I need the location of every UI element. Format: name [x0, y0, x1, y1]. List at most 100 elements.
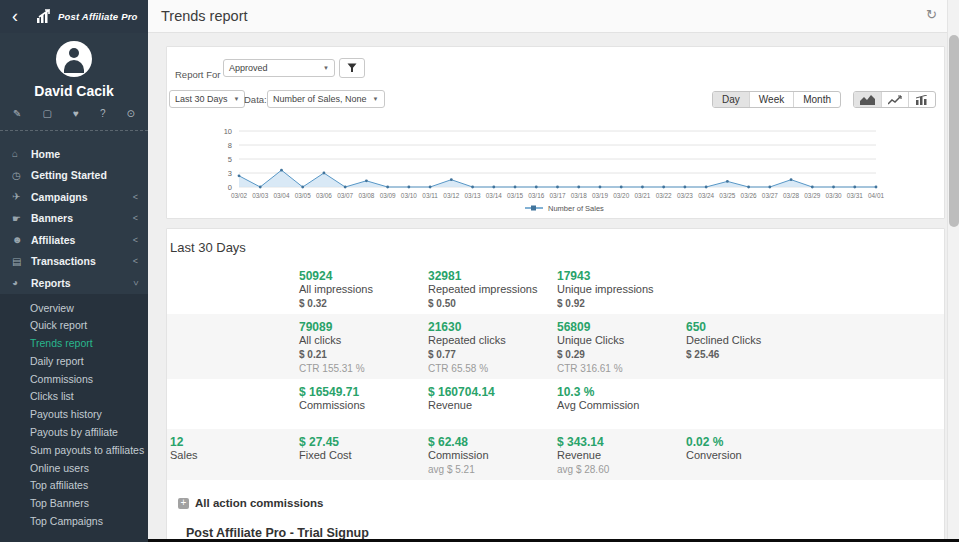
- stat-repeated-impressions: 32981Repeated impressions$ 0.50: [428, 269, 557, 310]
- bar-chart-button[interactable]: [908, 92, 935, 107]
- svg-text:03/24: 03/24: [698, 192, 714, 199]
- clock-icon: ◷: [12, 170, 31, 181]
- svg-text:03/02: 03/02: [231, 192, 247, 199]
- chevron-left-icon: <: [133, 235, 138, 245]
- stat-all-impressions: 50924All impressions$ 0.32: [299, 269, 428, 310]
- svg-text:0: 0: [228, 183, 232, 192]
- power-icon[interactable]: ⊙: [127, 108, 135, 119]
- stat-empty: [686, 385, 815, 425]
- tool-icon-row: ✎ ▢ ♥ ? ⊙: [0, 108, 148, 130]
- submenu-item-clicks-list[interactable]: Clicks list: [0, 388, 148, 406]
- sidebar-item-campaigns[interactable]: ✈Campaigns<: [0, 186, 148, 208]
- svg-text:03/10: 03/10: [401, 192, 417, 199]
- menu-label: Home: [31, 148, 138, 160]
- submenu-item-quick-report[interactable]: Quick report: [0, 317, 148, 335]
- stat-sales: 12Sales: [170, 435, 299, 476]
- stat-revenue: $ 343.14Revenueavg $ 28.60: [557, 435, 686, 476]
- svg-text:5: 5: [228, 155, 232, 164]
- sidebar-item-getting-started[interactable]: ◷Getting Started: [0, 165, 148, 187]
- chevron-left-icon: <: [133, 213, 138, 223]
- submenu-item-daily-report[interactable]: Daily report: [0, 353, 148, 371]
- sidebar-item-home[interactable]: ⌂Home: [0, 143, 148, 165]
- period-month-button[interactable]: Month: [793, 92, 840, 107]
- stats-grid: 50924All impressions$ 0.3232981Repeated …: [167, 263, 944, 480]
- svg-text:03/29: 03/29: [804, 192, 820, 199]
- submenu-item-overview[interactable]: Overview: [0, 300, 148, 318]
- sidebar-item-banners[interactable]: ☛Banners<: [0, 208, 148, 230]
- line-chart-button[interactable]: [881, 92, 908, 107]
- data-label: Data:: [244, 94, 267, 105]
- submenu-item-online-users[interactable]: Online users: [0, 460, 148, 478]
- period-day-button[interactable]: Day: [713, 92, 749, 107]
- submenu-item-sum-payouts-to-affiliates[interactable]: Sum payouts to affiliates: [0, 442, 148, 460]
- sales-trend-chart: 10853003/0203/0303/0403/0503/0603/0703/0…: [167, 123, 946, 218]
- stat-commissions: $ 16549.71Commissions: [299, 385, 428, 425]
- menu-label: Affiliates: [31, 234, 133, 246]
- scrollbar-thumb[interactable]: [949, 35, 959, 227]
- svg-text:03/28: 03/28: [783, 192, 799, 199]
- submenu-item-top-affiliates[interactable]: Top affiliates: [0, 477, 148, 495]
- submenu-item-top-banners[interactable]: Top Banners: [0, 495, 148, 513]
- svg-text:03/18: 03/18: [571, 192, 587, 199]
- submenu-item-top-campaigns[interactable]: Top Campaigns: [0, 513, 148, 531]
- filter-button[interactable]: [339, 58, 365, 78]
- refresh-icon[interactable]: ↻: [926, 7, 937, 22]
- svg-text:03/09: 03/09: [380, 192, 396, 199]
- svg-text:03/11: 03/11: [422, 192, 438, 199]
- stat-unique-impressions: 17943Unique impressions$ 0.92: [557, 269, 686, 310]
- avatar[interactable]: [56, 41, 92, 77]
- chevron-down-icon: ▼: [367, 96, 379, 102]
- date-range-select[interactable]: Last 30 Days▼: [169, 90, 245, 108]
- svg-text:03/27: 03/27: [762, 192, 778, 199]
- sidebar-item-reports[interactable]: ◕Reports<: [0, 272, 148, 294]
- help-icon[interactable]: ?: [100, 108, 106, 119]
- menu-label: Getting Started: [31, 169, 138, 181]
- submenu-item-trends-report[interactable]: Trends report: [0, 335, 148, 353]
- heart-icon[interactable]: ♥: [73, 108, 79, 119]
- logo-icon: [36, 9, 53, 24]
- svg-text:03/23: 03/23: [677, 192, 693, 199]
- submenu-item-payouts-history[interactable]: Payouts history: [0, 406, 148, 424]
- back-icon[interactable]: ‹: [0, 0, 30, 33]
- monitor-icon[interactable]: ▢: [42, 108, 51, 119]
- basket-icon: ▤: [12, 256, 31, 267]
- data-select[interactable]: Number of Sales, None▼: [267, 90, 385, 108]
- submenu-item-commissions[interactable]: Commissions: [0, 371, 148, 389]
- stats-row: 50924All impressions$ 0.3232981Repeated …: [167, 263, 944, 314]
- stat-avg-commission: 10.3 %Avg Commission: [557, 385, 686, 425]
- svg-text:03/05: 03/05: [295, 192, 311, 199]
- report-for-label: Report For: [175, 69, 220, 80]
- pencil-icon[interactable]: ✎: [13, 108, 21, 119]
- stats-row: 79089All clicks$ 0.21CTR 155.31 %21630Re…: [167, 314, 944, 379]
- svg-text:03/20: 03/20: [613, 192, 629, 199]
- page-title: Trends report: [161, 8, 248, 24]
- stat-unique-clicks: 56809Unique Clicks$ 0.29CTR 316.61 %: [557, 320, 686, 375]
- svg-text:03/06: 03/06: [316, 192, 332, 199]
- svg-text:03/13: 03/13: [465, 192, 481, 199]
- svg-text:03/19: 03/19: [592, 192, 608, 199]
- period-toggle: DayWeekMonth: [712, 91, 841, 108]
- profile-section: David Cacik ✎ ▢ ♥ ? ⊙: [0, 33, 148, 131]
- sidebar-item-affiliates[interactable]: ☻Affiliates<: [0, 229, 148, 251]
- sidebar-item-transactions[interactable]: ▤Transactions<: [0, 251, 148, 273]
- area-chart-button[interactable]: [854, 92, 881, 107]
- chevron-left-icon: <: [133, 192, 138, 202]
- stat-empty: [170, 320, 299, 375]
- users-icon: ☻: [12, 234, 31, 245]
- brand-name: Post Affiliate Pro: [58, 11, 138, 22]
- submenu-item-payouts-by-affiliate[interactable]: Payouts by affiliate: [0, 424, 148, 442]
- report-for-select[interactable]: Approved▼: [223, 59, 335, 77]
- svg-text:03/17: 03/17: [550, 192, 566, 199]
- period-week-button[interactable]: Week: [749, 92, 793, 107]
- chevron-down-icon: ▼: [228, 96, 240, 102]
- menu-label: Banners: [31, 212, 133, 224]
- vertical-scrollbar[interactable]: [947, 0, 959, 542]
- all-action-commissions-toggle[interactable]: + All action commissions: [178, 497, 323, 509]
- home-icon: ⌂: [12, 148, 31, 159]
- stat-empty: [815, 320, 944, 375]
- svg-text:03/04: 03/04: [273, 192, 289, 199]
- stats-card: Last 30 Days 50924All impressions$ 0.323…: [166, 228, 945, 542]
- chevron-down-icon: ▼: [317, 65, 329, 71]
- stat-empty: [170, 385, 299, 425]
- stat-revenue: $ 160704.14Revenue: [428, 385, 557, 425]
